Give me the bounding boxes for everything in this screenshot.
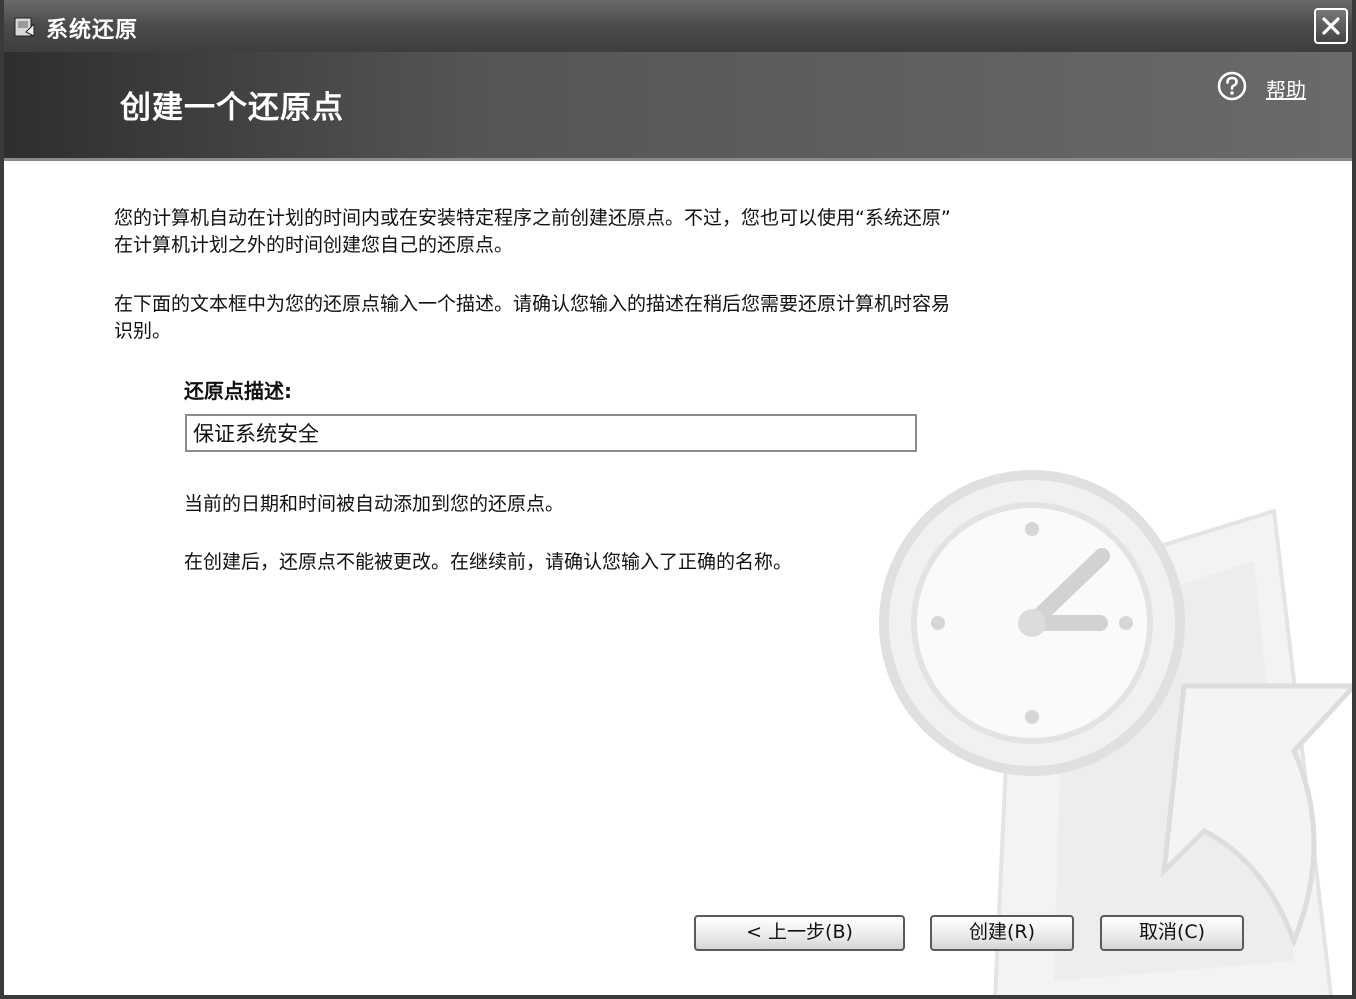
instruction-paragraph: 在下面的文本框中为您的还原点输入一个描述。请确认您输入的描述在稍后您需要还原计算… xyxy=(114,291,1054,345)
help-link[interactable]: 帮助 xyxy=(1266,74,1306,103)
auto-date-note: 当前的日期和时间被自动添加到您的还原点。 xyxy=(184,493,565,515)
description-input[interactable] xyxy=(185,414,917,452)
help-icon[interactable] xyxy=(1216,70,1248,102)
create-button[interactable]: 创建(R) xyxy=(930,915,1074,951)
window-title: 系统还原 xyxy=(46,18,139,43)
intro-line-2: 在计算机计划之外的时间创建您自己的还原点。 xyxy=(114,234,514,256)
back-button[interactable]: < 上一步(B) xyxy=(694,915,905,951)
title-bar[interactable]: 系统还原 xyxy=(4,0,1352,52)
wizard-header: 创建一个还原点 帮助 xyxy=(4,52,1352,161)
intro-line-1: 您的计算机自动在计划的时间内或在安装特定程序之前创建还原点。不过，您也可以使用“… xyxy=(114,207,951,229)
wizard-content: 您的计算机自动在计划的时间内或在安装特定程序之前创建还原点。不过，您也可以使用“… xyxy=(4,161,1352,995)
page-title: 创建一个还原点 xyxy=(120,90,344,126)
close-icon xyxy=(1322,17,1340,35)
system-restore-window: 系统还原 创建一个还原点 帮助 您的计算机自动在计划的时间内或在安装特定程序之前… xyxy=(0,0,1356,999)
instruction-line-2: 识别。 xyxy=(114,320,172,342)
description-label: 还原点描述: xyxy=(184,379,292,403)
intro-paragraph: 您的计算机自动在计划的时间内或在安装特定程序之前创建还原点。不过，您也可以使用“… xyxy=(114,205,1054,259)
cannot-change-note: 在创建后，还原点不能被更改。在继续前，请确认您输入了正确的名称。 xyxy=(184,551,793,573)
instruction-line-1: 在下面的文本框中为您的还原点输入一个描述。请确认您输入的描述在稍后您需要还原计算… xyxy=(114,293,951,315)
system-restore-app-icon xyxy=(14,17,35,37)
close-button[interactable] xyxy=(1314,8,1348,44)
cancel-button[interactable]: 取消(C) xyxy=(1100,915,1244,951)
